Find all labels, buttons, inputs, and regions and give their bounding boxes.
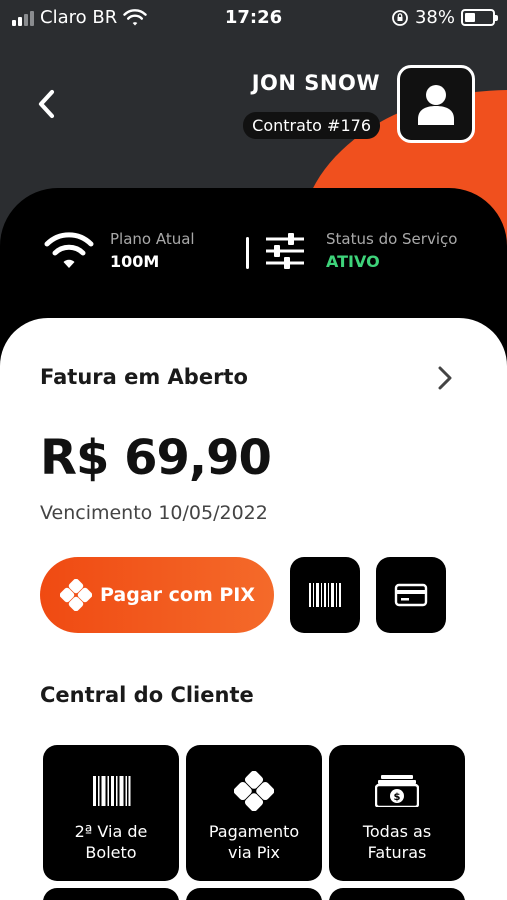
invoices-tile[interactable]: $ Todas as Faturas — [329, 745, 465, 881]
plan-info: Plano Atual 100M — [44, 230, 195, 271]
status-value: ATIVO — [326, 252, 380, 271]
info-divider — [246, 237, 249, 269]
tile-peek[interactable] — [43, 888, 179, 900]
barcode-icon — [93, 776, 131, 806]
money-icon: $ — [375, 775, 419, 807]
svg-text:$: $ — [394, 792, 401, 803]
back-button[interactable] — [28, 84, 64, 124]
invoice-details-button[interactable] — [432, 364, 458, 392]
status-right: 38% — [391, 7, 498, 28]
user-name: JON SNOW — [251, 71, 380, 95]
pix-tile[interactable]: Pagamento via Pix — [186, 745, 322, 881]
invoice-due-date: Vencimento 10/05/2022 — [40, 502, 268, 524]
invoices-tile-label: Todas as Faturas — [362, 822, 432, 862]
status-label: Status do Serviço — [326, 230, 458, 248]
wifi-icon — [44, 231, 94, 268]
boleto-tile[interactable]: 2ª Via de Boleto — [43, 745, 179, 881]
tile-peek[interactable] — [329, 888, 465, 900]
pay-pix-button[interactable]: Pagar com PIX — [40, 557, 274, 633]
pix-tile-label: Pagamento via Pix — [208, 822, 300, 862]
plan-label: Plano Atual — [110, 230, 195, 248]
user-icon — [418, 85, 454, 125]
credit-card-icon — [394, 583, 428, 607]
status-bar: Claro BR 17:26 38% — [0, 0, 507, 36]
battery-icon — [461, 9, 498, 26]
boleto-tile-label: 2ª Via de Boleto — [74, 822, 148, 862]
invoice-title[interactable]: Fatura em Aberto — [40, 365, 248, 389]
card-payment-button[interactable] — [376, 557, 446, 633]
customer-center-title: Central do Cliente — [40, 683, 254, 707]
chevron-right-icon — [438, 366, 452, 390]
invoice-amount: R$ 69,90 — [40, 430, 272, 486]
barcode-button[interactable] — [290, 557, 360, 633]
pix-icon — [234, 771, 274, 811]
profile-button[interactable] — [397, 65, 475, 143]
sliders-icon — [266, 232, 304, 269]
service-info: Plano Atual 100M Status do Serviço ATIVO — [0, 222, 507, 292]
battery-percent: 38% — [414, 7, 455, 28]
tile-peek[interactable] — [186, 888, 322, 900]
barcode-icon — [309, 583, 341, 607]
chevron-left-icon — [38, 89, 55, 119]
contract-badge[interactable]: Contrato #176 — [243, 112, 380, 139]
plan-value: 100M — [110, 252, 160, 271]
service-status-info: Status do Serviço ATIVO — [264, 230, 457, 271]
pay-pix-label: Pagar com PIX — [100, 584, 256, 606]
pix-icon — [60, 579, 92, 611]
orientation-lock-icon — [392, 9, 408, 26]
